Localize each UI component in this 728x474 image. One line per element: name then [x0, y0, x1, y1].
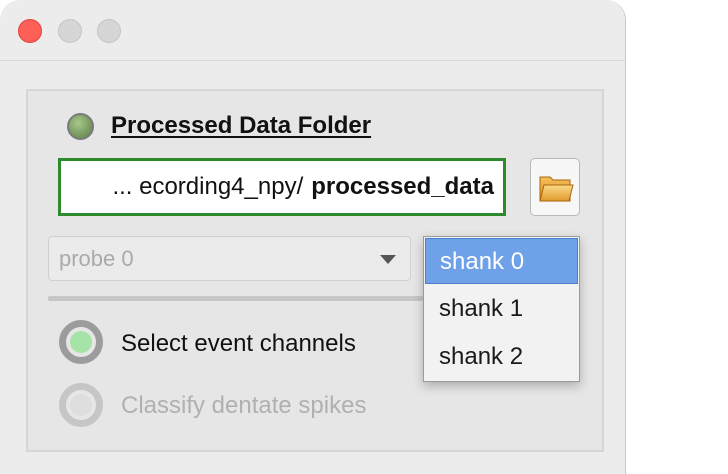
- event-channels-radio-indicator: [70, 331, 92, 353]
- title-bar: [0, 0, 625, 61]
- event-channels-label[interactable]: Select event channels: [121, 330, 356, 358]
- processed-data-path-field[interactable]: ... ecording4_npy/ processed_data: [58, 158, 506, 216]
- close-window-button[interactable]: [18, 19, 42, 43]
- probe-select[interactable]: probe 0: [48, 236, 411, 281]
- dentate-spikes-label[interactable]: Classify dentate spikes: [121, 392, 366, 420]
- shank-option[interactable]: shank 2: [425, 334, 578, 380]
- dentate-spikes-radio[interactable]: [59, 383, 103, 427]
- shank-dropdown-list: shank 0 shank 1 shank 2: [423, 236, 580, 382]
- probe-selected-value: probe 0: [59, 246, 134, 271]
- shank-option[interactable]: shank 1: [425, 286, 578, 332]
- separator-slider: [48, 296, 423, 301]
- minimize-window-button[interactable]: [58, 19, 82, 43]
- dentate-spikes-radio-indicator: [70, 394, 92, 416]
- processed-data-folder-title: Processed Data Folder: [111, 112, 372, 139]
- browse-folder-button[interactable]: [530, 158, 580, 216]
- maximize-window-button[interactable]: [97, 19, 121, 43]
- shank-option[interactable]: shank 0: [425, 238, 578, 284]
- event-channels-radio[interactable]: [59, 320, 103, 364]
- path-folder-name: processed_data: [311, 173, 494, 200]
- path-prefix: ... ecording4_npy/: [112, 173, 304, 200]
- folder-status-indicator: [67, 113, 94, 140]
- app-window: Processed Data Folder ... ecording4_npy/…: [0, 0, 626, 474]
- folder-open-icon: [539, 176, 574, 202]
- chevron-down-icon: [380, 255, 396, 264]
